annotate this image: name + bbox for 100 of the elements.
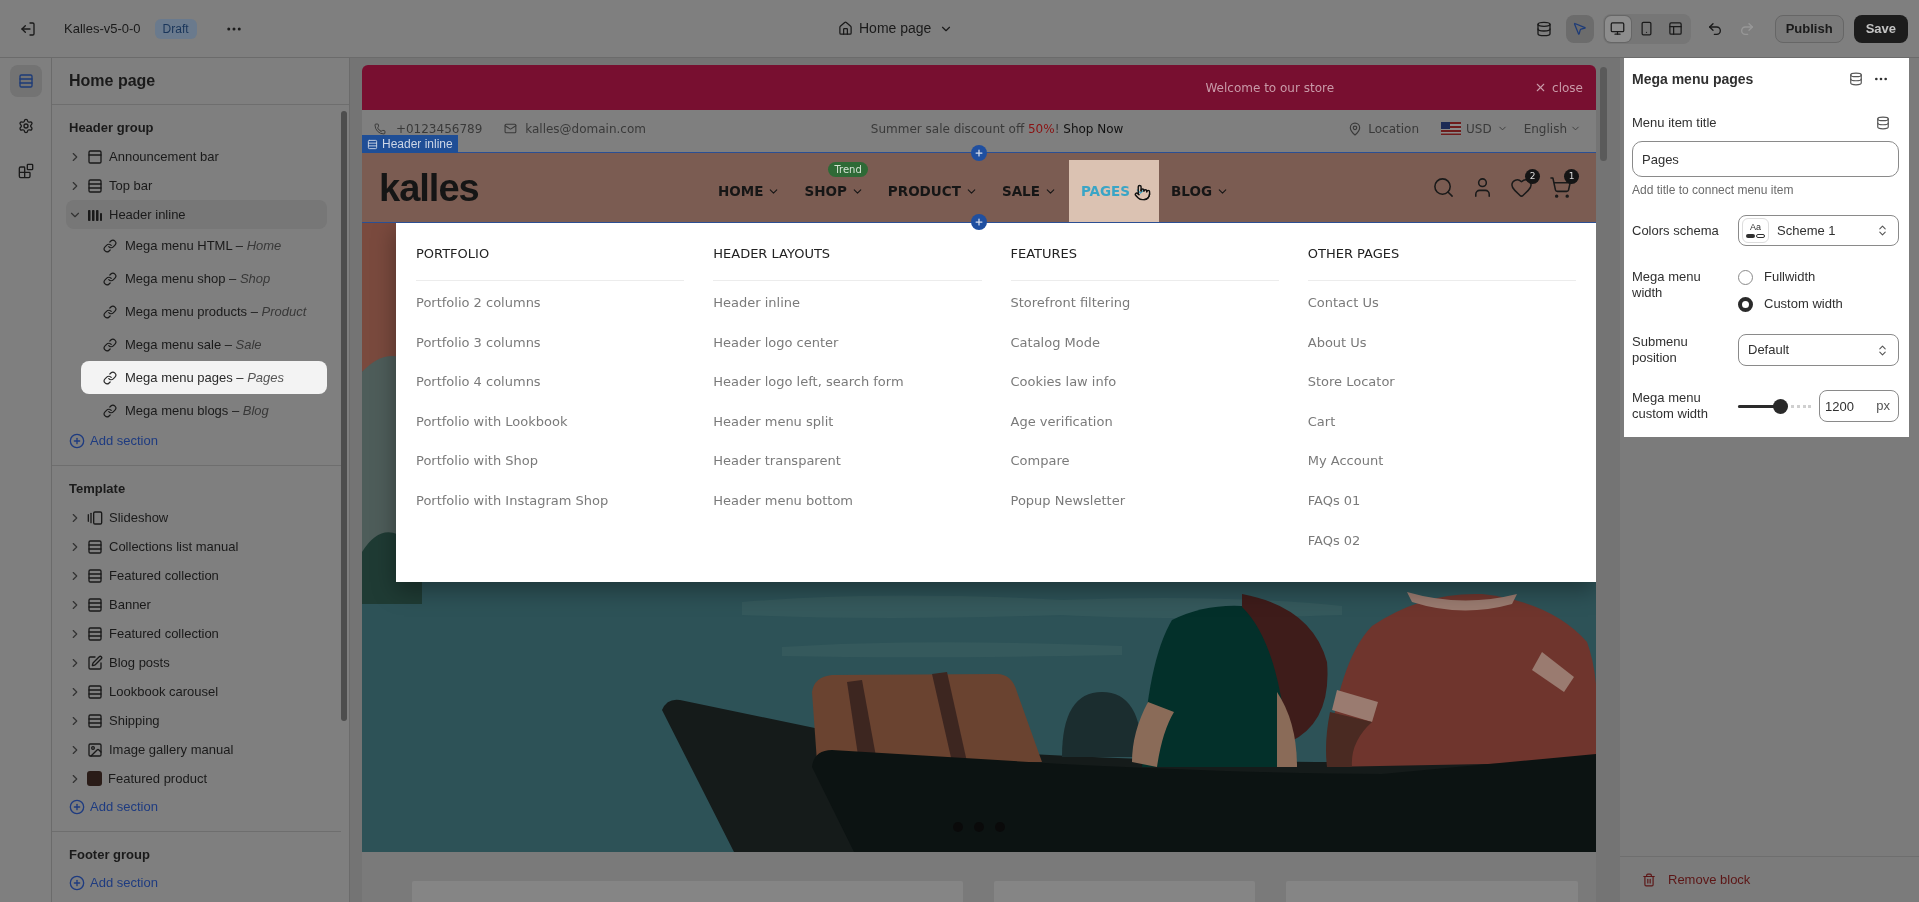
menu-link[interactable]: Contact Us [1307, 293, 1379, 313]
language-select[interactable]: English [1523, 122, 1581, 135]
menu-link[interactable]: Portfolio with Shop [416, 451, 539, 471]
section-item[interactable]: Featured collection [66, 561, 327, 590]
announcement-text: Welcome to our store [1205, 79, 1335, 97]
rows-icon [87, 567, 103, 584]
section-item[interactable]: Top bar [66, 171, 327, 200]
database-icon[interactable] [1535, 20, 1552, 37]
search-icon[interactable] [1432, 176, 1455, 199]
menu-link[interactable]: FAQs 02 [1307, 530, 1361, 551]
section-item[interactable]: Blog posts [66, 648, 327, 677]
product-thumbnail [87, 771, 102, 786]
phone-icon [374, 122, 386, 135]
block-item[interactable]: Mega menu blogs – Blog [81, 394, 327, 427]
add-section-button[interactable]: Add section [66, 427, 158, 455]
menu-link[interactable]: FAQs 01 [1307, 491, 1361, 511]
color-scheme-select[interactable]: Aa Scheme 1 [1738, 215, 1899, 246]
plus-circle-icon [69, 433, 85, 449]
group-title: Header group [69, 119, 154, 138]
nav-item[interactable]: BLOG [1159, 160, 1241, 222]
radio-option[interactable]: Custom width [1738, 292, 1843, 316]
menu-link[interactable]: Age verification [1010, 411, 1113, 432]
location-link[interactable]: Location [1348, 121, 1419, 136]
link-icon [103, 238, 117, 253]
menu-link[interactable]: About Us [1307, 332, 1367, 353]
sidebar-tab[interactable] [9, 65, 42, 97]
menu-link[interactable]: Cart [1307, 411, 1336, 432]
title-input[interactable]: Pages [1632, 141, 1899, 177]
add-section-button[interactable]: Add section [66, 869, 158, 897]
add-section-button[interactable]: Add section [66, 793, 158, 821]
menu-link[interactable]: Portfolio 3 columns [416, 332, 541, 353]
section-item[interactable]: Collections list manual [66, 532, 327, 561]
database-icon[interactable] [1876, 116, 1890, 130]
currency-select[interactable]: USD [1441, 122, 1508, 135]
menu-link[interactable]: Header logo left, search form [713, 372, 904, 392]
rows-icon [87, 177, 103, 194]
device-button[interactable] [1604, 15, 1631, 42]
save-button[interactable]: Save [1853, 14, 1908, 43]
menu-link[interactable]: Portfolio 2 columns [416, 293, 541, 313]
menu-link[interactable]: Portfolio with Instagram Shop [416, 491, 609, 511]
menu-link[interactable]: Portfolio 4 columns [416, 372, 541, 392]
map-pin-icon [1348, 121, 1363, 136]
home-icon [838, 21, 853, 36]
block-item[interactable]: Mega menu pages – Pages [81, 361, 327, 394]
gallery-icon [87, 509, 103, 526]
section-item[interactable]: Header inline [66, 200, 327, 229]
section-item[interactable]: Banner [66, 590, 327, 619]
exit-icon[interactable] [20, 20, 36, 37]
section-item[interactable]: Shipping [66, 706, 327, 735]
menu-link[interactable]: Catalog Mode [1010, 332, 1100, 353]
radio-option[interactable]: Fullwidth [1738, 265, 1843, 289]
menu-link[interactable]: Store Locator [1307, 372, 1395, 392]
submenu-position-select[interactable]: Default [1738, 334, 1899, 366]
menu-link[interactable]: Storefront filtering [1010, 293, 1131, 313]
nav-item[interactable]: PRODUCT [875, 160, 990, 222]
menu-link[interactable]: My Account [1307, 451, 1384, 471]
publish-button[interactable]: Publish [1774, 14, 1844, 43]
menu-link[interactable]: Portfolio with Lookbook [416, 411, 568, 432]
inspect-button[interactable] [1565, 14, 1594, 43]
panel-icon [1668, 21, 1684, 36]
menu-link[interactable]: Popup Newsletter [1010, 491, 1125, 511]
nav-item[interactable]: HOME [706, 160, 793, 222]
trend-badge: Trend [828, 162, 868, 177]
section-item[interactable]: Slideshow [66, 503, 327, 532]
nav-item[interactable]: Trend SHOP [792, 160, 876, 222]
nav-item[interactable]: SALE [989, 160, 1069, 222]
menu-link[interactable]: Header logo center [713, 332, 839, 353]
page-selector[interactable]: Home page [838, 18, 954, 39]
menu-link[interactable]: Header inline [713, 293, 801, 313]
status-badge: Draft [154, 18, 197, 39]
add-section-button[interactable] [971, 214, 987, 230]
slider-thumb[interactable] [1772, 398, 1788, 414]
block-item[interactable]: Mega menu shop – Shop [81, 262, 327, 295]
database-icon[interactable] [1849, 72, 1863, 86]
block-item[interactable]: Mega menu products – Product [81, 295, 327, 328]
section-item[interactable]: Featured collection [66, 619, 327, 648]
column-heading: HEADER LAYOUTS [713, 245, 831, 262]
block-item[interactable]: Mega menu sale – Sale [81, 328, 327, 361]
shop-now-link[interactable]: Shop Now [1063, 121, 1124, 136]
add-section-button[interactable] [971, 145, 987, 161]
menu-link[interactable]: Header menu bottom [713, 491, 853, 511]
section-item[interactable]: Lookbook carousel [66, 677, 327, 706]
link-icon [103, 304, 117, 319]
block-item[interactable]: Mega menu HTML – Home [81, 229, 327, 262]
menu-link[interactable]: Header transparent [713, 451, 841, 471]
close-button[interactable]: close [1534, 78, 1583, 97]
plus-icon [974, 148, 984, 158]
section-item[interactable]: Featured product [66, 764, 327, 793]
section-item[interactable]: Image gallery manual [66, 735, 327, 764]
cursor-icon [1572, 21, 1588, 36]
undo-icon[interactable] [1706, 20, 1723, 37]
rows-icon [87, 683, 103, 700]
remove-block-button[interactable]: Remove block [1642, 869, 1751, 890]
unit-label: px [1876, 398, 1890, 414]
section-item[interactable]: Announcement bar [66, 142, 327, 171]
count-badge: 1 [1564, 169, 1579, 184]
slider-track[interactable] [1738, 398, 1811, 414]
menu-link[interactable]: Compare [1010, 451, 1070, 471]
menu-link[interactable]: Cookies law info [1010, 372, 1117, 392]
menu-link[interactable]: Header menu split [713, 411, 834, 432]
